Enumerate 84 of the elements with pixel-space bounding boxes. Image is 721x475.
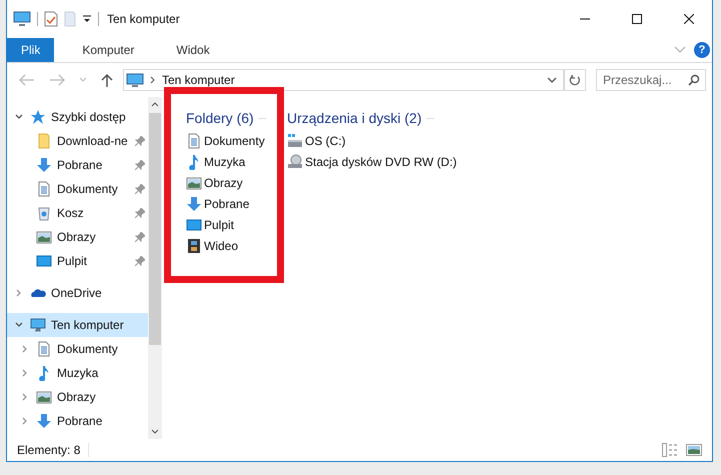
chevron-right-icon[interactable] bbox=[21, 393, 29, 401]
document-icon bbox=[36, 181, 52, 197]
group-heading[interactable]: Foldery (6) bbox=[186, 110, 254, 126]
down-arrow-icon bbox=[186, 196, 202, 212]
down-arrow-icon bbox=[36, 157, 52, 173]
search-field[interactable]: Przeszukaj... bbox=[596, 69, 706, 91]
search-icon bbox=[688, 74, 700, 86]
folder-item[interactable]: Muzyka bbox=[186, 151, 281, 172]
chevron-right-icon[interactable] bbox=[21, 345, 29, 353]
chevron-right-icon[interactable] bbox=[21, 369, 29, 377]
monitor-screen-icon bbox=[36, 253, 52, 269]
pin-icon[interactable] bbox=[135, 160, 145, 170]
nav-item[interactable]: Dokumenty bbox=[7, 337, 148, 361]
folder-item[interactable]: Wideo bbox=[186, 235, 281, 256]
nav-item[interactable]: Kosz bbox=[7, 201, 148, 225]
chevron-down-icon bbox=[547, 76, 557, 84]
ribbon-tab[interactable]: Plik bbox=[7, 38, 54, 62]
pin-icon[interactable] bbox=[135, 232, 145, 242]
scrollbar[interactable] bbox=[148, 97, 162, 439]
computer-icon bbox=[126, 72, 144, 88]
folder-item[interactable]: Pulpit bbox=[186, 214, 281, 235]
chevron-down-icon[interactable] bbox=[15, 321, 23, 329]
scrollbar-thumb[interactable] bbox=[149, 113, 161, 345]
nav-item[interactable]: Download-ne bbox=[7, 129, 148, 153]
film-icon bbox=[186, 238, 202, 254]
up-arrow-icon[interactable] bbox=[101, 73, 113, 87]
item-count: Elementy: 8 bbox=[17, 443, 80, 457]
nav-item[interactable]: Pobrane bbox=[7, 409, 148, 433]
refresh-button[interactable] bbox=[564, 69, 586, 91]
chevron-down-icon[interactable] bbox=[15, 113, 23, 121]
address-path: Ten komputer bbox=[162, 73, 235, 87]
landscape-icon bbox=[36, 389, 52, 405]
checklist-page-icon[interactable] bbox=[44, 11, 58, 27]
scroll-up-icon[interactable] bbox=[151, 101, 159, 107]
scroll-down-icon[interactable] bbox=[151, 429, 159, 435]
refresh-icon bbox=[569, 74, 581, 86]
landscape-icon bbox=[186, 174, 202, 190]
window-title: Ten komputer bbox=[107, 12, 180, 26]
nav-item[interactable]: Obrazy bbox=[7, 385, 148, 409]
maximize-icon bbox=[632, 14, 642, 24]
drive-icon bbox=[287, 132, 303, 148]
close-icon bbox=[684, 14, 694, 24]
folder-item[interactable]: Obrazy bbox=[186, 172, 281, 193]
star-icon bbox=[30, 109, 46, 125]
chevron-right-icon[interactable] bbox=[21, 417, 29, 425]
folder-item[interactable]: Dokumenty bbox=[186, 130, 281, 151]
document-icon bbox=[36, 341, 52, 357]
chevron-right-icon bbox=[150, 76, 156, 84]
pin-icon[interactable] bbox=[135, 208, 145, 218]
recycle-bin-icon bbox=[36, 205, 52, 221]
pin-icon[interactable] bbox=[135, 256, 145, 266]
address-bar[interactable]: Ten komputer bbox=[123, 69, 564, 91]
down-arrow-icon bbox=[36, 413, 52, 429]
forward-arrow-icon[interactable] bbox=[49, 74, 65, 86]
nav-item[interactable]: Obrazy bbox=[7, 225, 148, 249]
nav-item[interactable]: OneDrive bbox=[7, 281, 148, 305]
ribbon-tab[interactable]: Widok bbox=[162, 38, 224, 62]
folder-item[interactable]: Stacja dysków DVD RW (D:) bbox=[287, 151, 457, 172]
blank-page-icon[interactable] bbox=[64, 11, 76, 27]
back-arrow-icon[interactable] bbox=[19, 74, 35, 86]
nav-item[interactable]: Pulpit bbox=[7, 249, 148, 273]
computer-icon bbox=[30, 317, 46, 333]
nav-item[interactable]: Pobrane bbox=[7, 153, 148, 177]
folder-icon bbox=[36, 133, 52, 149]
nav-item[interactable]: Ten komputer bbox=[7, 313, 148, 337]
monitor-screen-icon bbox=[186, 216, 202, 232]
computer-icon[interactable] bbox=[13, 11, 31, 27]
nav-item[interactable]: Szybki dostęp bbox=[7, 105, 148, 129]
group-heading[interactable]: Urządzenia i dyski (2) bbox=[287, 110, 422, 126]
folder-item[interactable]: OS (C:) bbox=[287, 130, 457, 151]
nav-item[interactable]: Muzyka bbox=[7, 361, 148, 385]
dropdown-arrow-icon[interactable] bbox=[82, 14, 92, 24]
disc-drive-icon bbox=[287, 154, 303, 170]
folder-item[interactable]: Pobrane bbox=[186, 193, 281, 214]
details-view-icon[interactable] bbox=[662, 443, 678, 457]
nav-item[interactable]: Dokumenty bbox=[7, 177, 148, 201]
pin-icon[interactable] bbox=[135, 136, 145, 146]
pin-icon[interactable] bbox=[135, 184, 145, 194]
ribbon-tab[interactable]: Komputer bbox=[68, 38, 148, 62]
landscape-icon bbox=[36, 229, 52, 245]
help-button[interactable]: ? bbox=[694, 42, 710, 58]
document-icon bbox=[186, 132, 202, 148]
thumbnail-view-icon[interactable] bbox=[686, 444, 702, 456]
chevron-right-icon[interactable] bbox=[15, 289, 23, 297]
